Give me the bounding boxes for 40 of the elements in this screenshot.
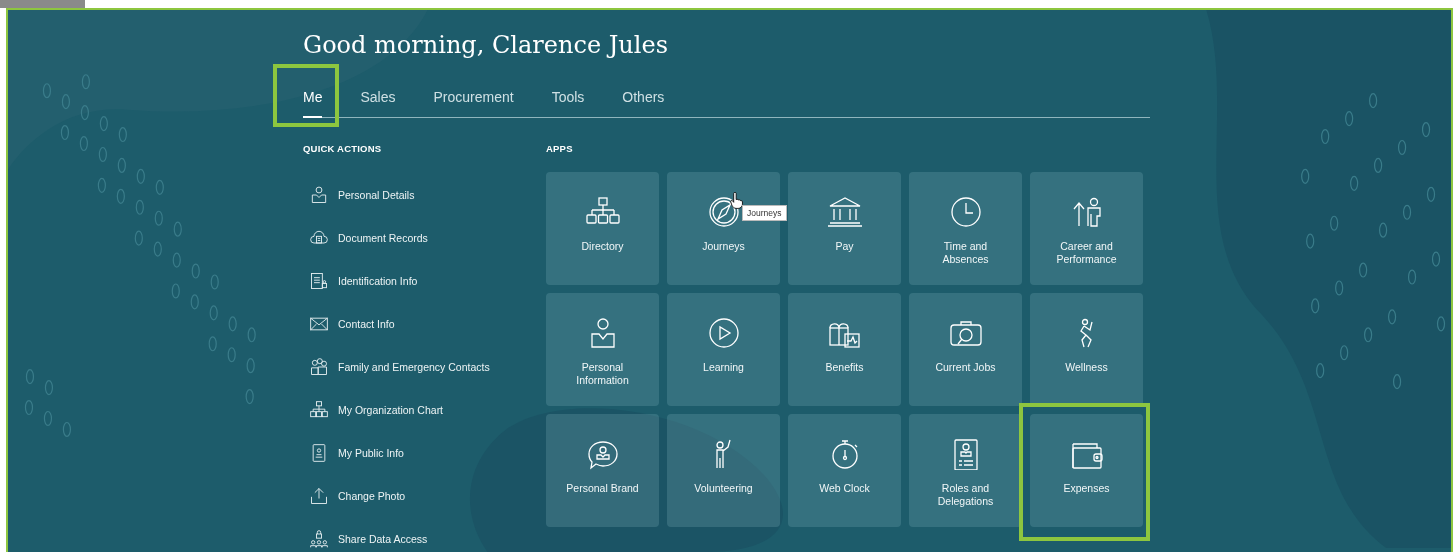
bank-icon xyxy=(826,196,863,228)
people-icon xyxy=(309,357,329,377)
tooltip: Journeys xyxy=(742,205,787,221)
app-tile[interactable]: Wellness xyxy=(1030,293,1143,406)
greeting-heading: Good morning, Clarence Jules xyxy=(303,30,669,61)
quick-action-link[interactable]: Contact Info xyxy=(309,313,546,335)
app-tile[interactable]: Career and Performance xyxy=(1030,172,1143,285)
quick-action-link[interactable]: Change Photo xyxy=(309,485,546,507)
quick-action-link[interactable]: Document Records xyxy=(309,227,546,249)
app-tile[interactable]: Web Clock xyxy=(788,414,901,527)
nav-tab[interactable]: Procurement xyxy=(433,83,514,118)
app-tile[interactable]: Learning xyxy=(667,293,780,406)
app-tile[interactable]: Volunteering xyxy=(667,414,780,527)
person-icon xyxy=(309,185,329,205)
org-chart-icon xyxy=(309,400,329,420)
quick-action-link[interactable]: Identification Info xyxy=(309,270,546,292)
quick-action-link[interactable]: My Organization Chart xyxy=(309,399,546,421)
app-tile[interactable]: Roles and Delegations xyxy=(909,414,1022,527)
section-heading: APPS xyxy=(546,143,574,155)
app-tile[interactable]: Benefits xyxy=(788,293,901,406)
nav-tab[interactable]: Tools xyxy=(551,83,585,118)
app-tile[interactable]: Personal Information xyxy=(546,293,659,406)
app-tile[interactable]: Expenses xyxy=(1030,414,1143,527)
app-tile[interactable]: Personal Brand xyxy=(546,414,659,527)
quick-action-link[interactable]: My Public Info xyxy=(309,442,546,464)
nav-tab[interactable]: Sales xyxy=(360,83,396,118)
quick-action-link[interactable]: Family and Emergency Contacts xyxy=(309,356,546,378)
section-heading: QUICK ACTIONS xyxy=(303,143,383,155)
hand-cursor-icon xyxy=(730,192,743,209)
app-tile[interactable]: Pay xyxy=(788,172,901,285)
upload-icon xyxy=(309,486,329,506)
nav-tab[interactable]: Others xyxy=(622,83,665,118)
nav-tab[interactable]: Me xyxy=(303,83,323,118)
id-card-icon xyxy=(309,271,329,291)
lock-people-icon xyxy=(309,529,329,549)
app-tile[interactable]: Time and Absences xyxy=(909,172,1022,285)
app-tile[interactable]: Directory xyxy=(546,172,659,285)
app-tile[interactable]: Current Jobs xyxy=(909,293,1022,406)
quick-action-link[interactable]: Share Data Access xyxy=(309,528,546,550)
quick-action-link[interactable]: Personal Details xyxy=(309,184,546,206)
